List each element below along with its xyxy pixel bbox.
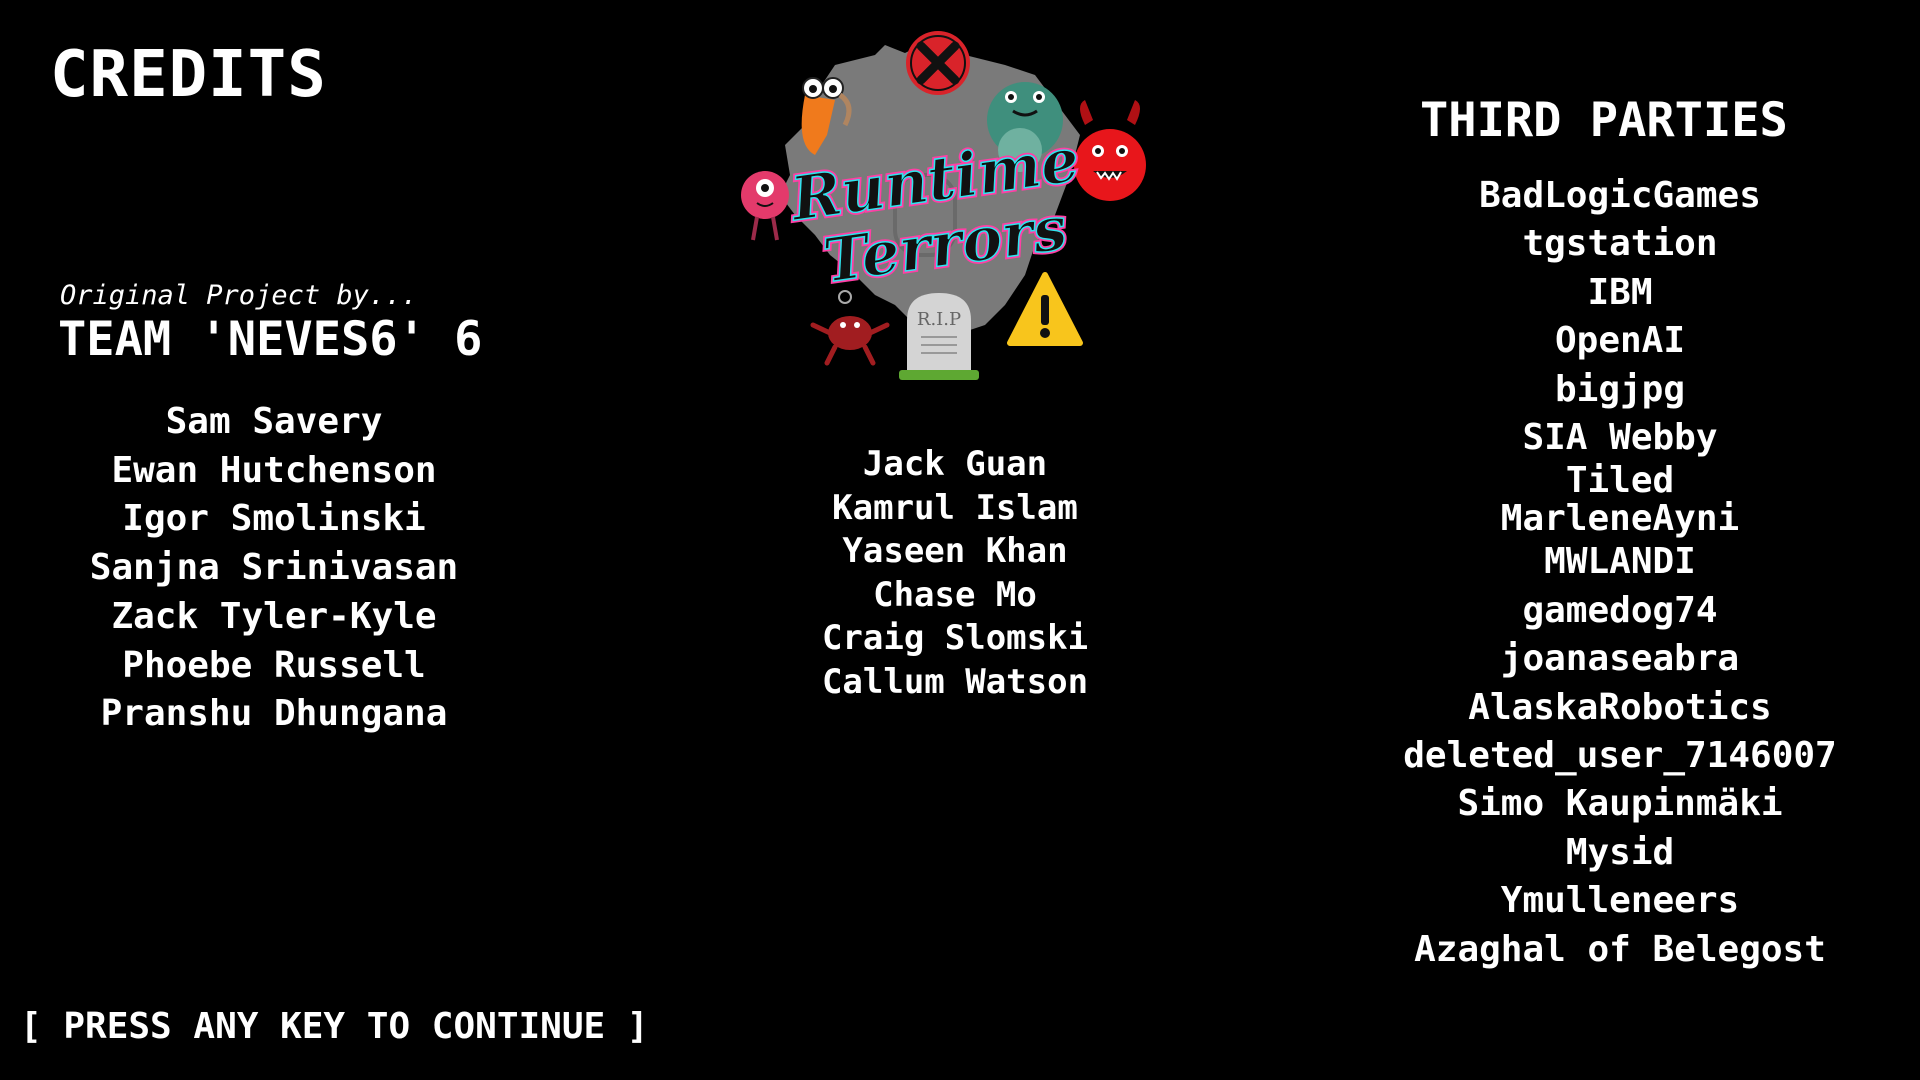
credit-name: Pranshu Dhungana: [100, 693, 448, 735]
third-parties-list: BadLogicGames tgstation IBM OpenAI bigjp…: [1370, 172, 1870, 974]
credit-name: Zack Tyler-Kyle: [111, 595, 437, 637]
credit-name: BadLogicGames: [1479, 175, 1761, 216]
credit-name: Sam Savery: [165, 401, 383, 442]
credit-name: gamedog74: [1522, 589, 1718, 631]
credit-name: Craig Slomski: [821, 618, 1089, 659]
credit-name: MWLANDI: [1544, 541, 1696, 583]
continue-prompt[interactable]: [ PRESS ANY KEY TO CONTINUE ]: [20, 1006, 649, 1047]
credit-name: SIA Webby: [1522, 417, 1718, 459]
credit-name: AlaskaRobotics: [1468, 686, 1772, 728]
credit-name: deleted_user_7146007: [1403, 735, 1837, 777]
pink-monster-icon: [741, 171, 789, 241]
credit-name: Callum Watson: [821, 661, 1089, 702]
credit-name: joanaseabra: [1500, 638, 1740, 680]
warning-icon: [1007, 272, 1083, 346]
runtime-terrors-members-list: Jack Guan Kamrul Islam Yaseen Khan Chase…: [755, 443, 1155, 705]
credit-name: Mysid: [1565, 831, 1675, 873]
credit-name: Jack Guan: [862, 444, 1048, 484]
credit-name: Ewan Hutchenson: [111, 449, 437, 491]
credit-name: MarleneAyni: [1500, 498, 1740, 540]
credit-name: Phoebe Russell: [122, 644, 426, 686]
tombstone-icon: R.I.P: [899, 293, 979, 380]
credit-name: Tiled: [1565, 460, 1675, 502]
credit-name: tgstation: [1522, 223, 1718, 265]
credit-name: OpenAI: [1554, 320, 1686, 362]
crab-monster-icon: [810, 290, 890, 366]
third-parties-heading: THIRD PARTIES: [1420, 93, 1788, 148]
credit-name: Chase Mo: [873, 574, 1037, 615]
credit-name: bigjpg: [1554, 368, 1686, 410]
close-x-icon: [906, 31, 970, 95]
credit-name: Simo Kaupinmäki: [1457, 783, 1783, 825]
credit-name: Kamrul Islam: [832, 487, 1078, 528]
credit-name: Sanjna Srinivasan: [89, 547, 459, 589]
credit-name: Igor Smolinski: [122, 498, 426, 540]
credit-name: IBM: [1587, 271, 1653, 313]
runtime-terrors-logo: R.I.P Runtime Runtime Terrors Terrors: [741, 31, 1146, 380]
original-team-name: TEAM 'NEVES6' 6: [58, 312, 483, 367]
original-members-list: Sam Savery Ewan Hutchenson Igor Smolinsk…: [74, 398, 474, 739]
page-title: CREDITS: [50, 38, 327, 112]
credit-name: Azaghal of Belegost: [1414, 928, 1826, 970]
original-project-label: Original Project by...: [60, 280, 418, 311]
red-monster-icon: [1074, 100, 1146, 201]
credit-name: Yaseen Khan: [842, 531, 1068, 572]
credit-name: Ymulleneers: [1500, 880, 1740, 922]
tombstone-text: R.I.P: [917, 309, 961, 330]
